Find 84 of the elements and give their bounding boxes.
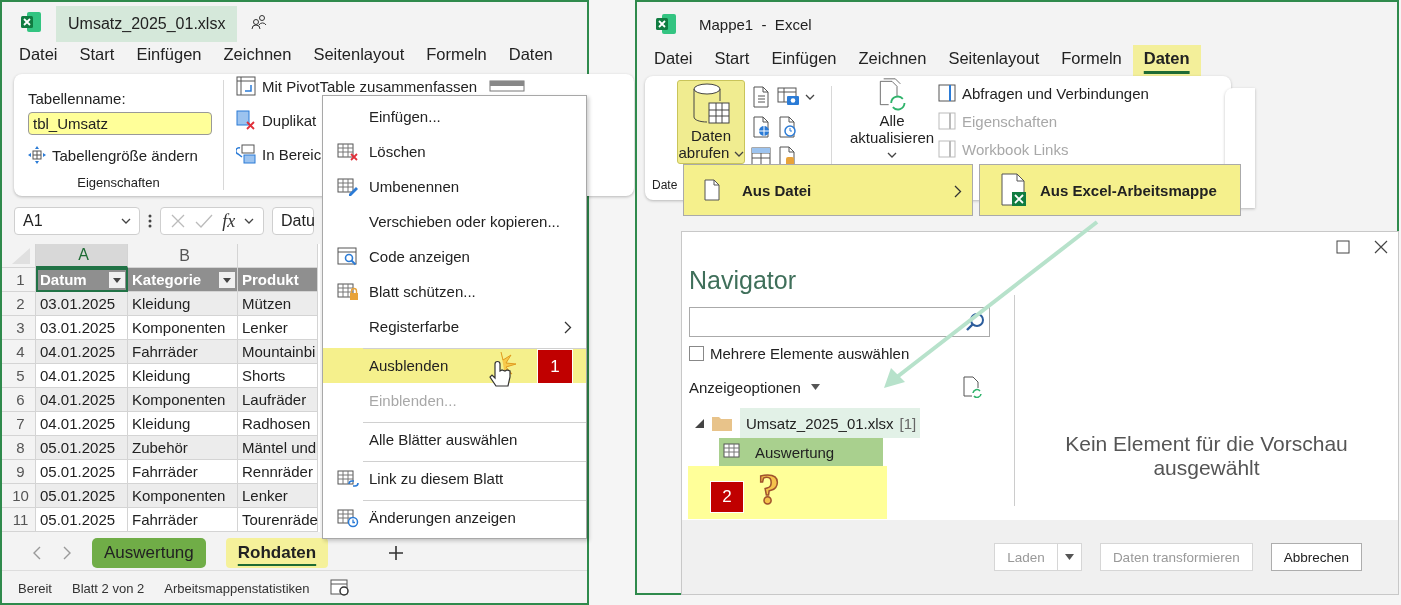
table-cell: Mountainbi [238,340,318,364]
menu-tab[interactable]: Start [68,40,126,72]
tree-item[interactable]: Auswertung [719,438,883,466]
row-number[interactable]: 10 [2,484,36,508]
table-cell: Tourenräde [238,508,318,532]
menu-tab[interactable]: Daten [497,40,564,72]
step-badge: 2 [710,481,744,513]
context-menu-item[interactable]: Einfügen... [323,99,586,134]
table-name-field[interactable]: tbl_Umsatz [28,112,212,135]
status-text: Blatt 2 von 2 [71,580,145,596]
column-header[interactable]: B [128,244,238,268]
row-number[interactable]: 7 [2,412,36,436]
table-cell: Mützen [238,292,318,316]
row-number[interactable]: 6 [2,388,36,412]
table-cell: Lenker [238,484,318,508]
table-cell: Fahrräder [128,340,238,364]
row-number[interactable]: 4 [2,340,36,364]
table-cell: 05.01.2025 [36,436,128,460]
row-number[interactable]: 11 [2,508,36,532]
formula-field[interactable]: Datu [272,207,314,235]
resize-table-button[interactable]: Tabellengröße ändern [28,146,223,164]
insert-function-button[interactable]: fx [222,210,236,232]
field-label: Tabellenname: [28,90,127,107]
question-mark: ? [758,464,780,515]
ribbon-button[interactable]: In Bereic [236,144,322,164]
row-number[interactable]: 8 [2,436,36,460]
row-number[interactable]: 9 [2,460,36,484]
display-options-button[interactable]: Anzeigeoptionen [689,378,820,396]
menu-tab[interactable]: Start [703,44,761,76]
menu-tab[interactable]: Zeichnen [212,40,303,72]
table-cell: 04.01.2025 [36,388,128,412]
row-number[interactable]: 2 [2,292,36,316]
row-number[interactable]: 5 [2,364,36,388]
name-box[interactable]: A1 [14,207,140,235]
get-data-button[interactable]: Daten abrufen [677,80,745,164]
window-title: Mappe1 - Excel [699,15,812,33]
context-menu-item[interactable]: Registerfarbe [323,309,586,344]
context-menu-item[interactable]: Blatt schützen... [323,274,586,309]
dialog-button[interactable]: Abbrechen [1270,543,1362,571]
table-cell: 05.01.2025 [36,508,128,532]
menu-tab[interactable]: Daten [1132,44,1201,76]
group-label: Date [652,178,678,192]
menu-tab[interactable]: Formeln [415,40,498,72]
column-header[interactable]: A [36,244,128,268]
ribbon-button[interactable]: Duplikat [236,110,317,130]
sheet-tab[interactable]: Rohdaten [225,538,329,568]
table-cell: Komponenten [128,388,238,412]
table-cell: Mäntel und [238,436,318,460]
table-cell: Zubehör [128,436,238,460]
context-menu-item[interactable]: Umbenennen [323,169,586,204]
sheet-tab[interactable]: Auswertung [92,538,206,568]
step-badge: 1 [537,349,573,384]
context-menu-item[interactable]: Code anzeigen [323,239,586,274]
table-cell: Komponenten [128,484,238,508]
menu-tab[interactable]: Seitenlayout [937,44,1051,76]
preview-message: Kein Element für die Vorschau ausgewählt [1064,432,1349,481]
status-text: Arbeitsmappenstatistiken [164,580,310,596]
table-cell: 04.01.2025 [36,340,128,364]
menu-tab[interactable]: Datei [643,44,704,76]
ribbon-button[interactable]: Mit PivotTable zusammenfassen [236,76,478,96]
table-cell: Fahrräder [128,508,238,532]
row-number[interactable]: 1 [2,268,36,292]
ribbon-button[interactable]: Abfragen und Verbindungen [938,84,1149,102]
status-text: Bereit [18,580,52,596]
table-cell: 05.01.2025 [36,484,128,508]
menu-tab[interactable]: Datei [8,40,69,72]
table-cell: 03.01.2025 [36,292,128,316]
submenu-item[interactable]: Aus Excel-Arbeitsmappe [979,164,1241,216]
menu-tab[interactable]: Seitenlayout [302,40,416,72]
context-menu-item[interactable]: Löschen [323,134,586,169]
context-menu-item[interactable]: Verschieben oder kopieren... [323,204,586,239]
tree-item[interactable]: Umsatz_2025_01.xlsx [1] [740,408,921,438]
menu-tab[interactable]: Einfügen [760,44,848,76]
dialog-title: Navigator [689,266,797,295]
dropdown-item[interactable]: Aus Datei [683,164,973,216]
menu-tab[interactable]: Formeln [1050,44,1133,76]
table-cell: Laufräder [238,388,318,412]
table-cell: Kleidung [128,292,238,316]
menu-tab[interactable]: Zeichnen [847,44,938,76]
file-title: Umsatz_2025_01.xlsx [56,6,238,42]
checkbox-label: Mehrere Elemente auswählen [710,345,910,362]
row-number[interactable]: 3 [2,316,36,340]
menu-tab[interactable]: Einfügen [125,40,213,72]
group-label: Eigenschaften [77,175,160,190]
